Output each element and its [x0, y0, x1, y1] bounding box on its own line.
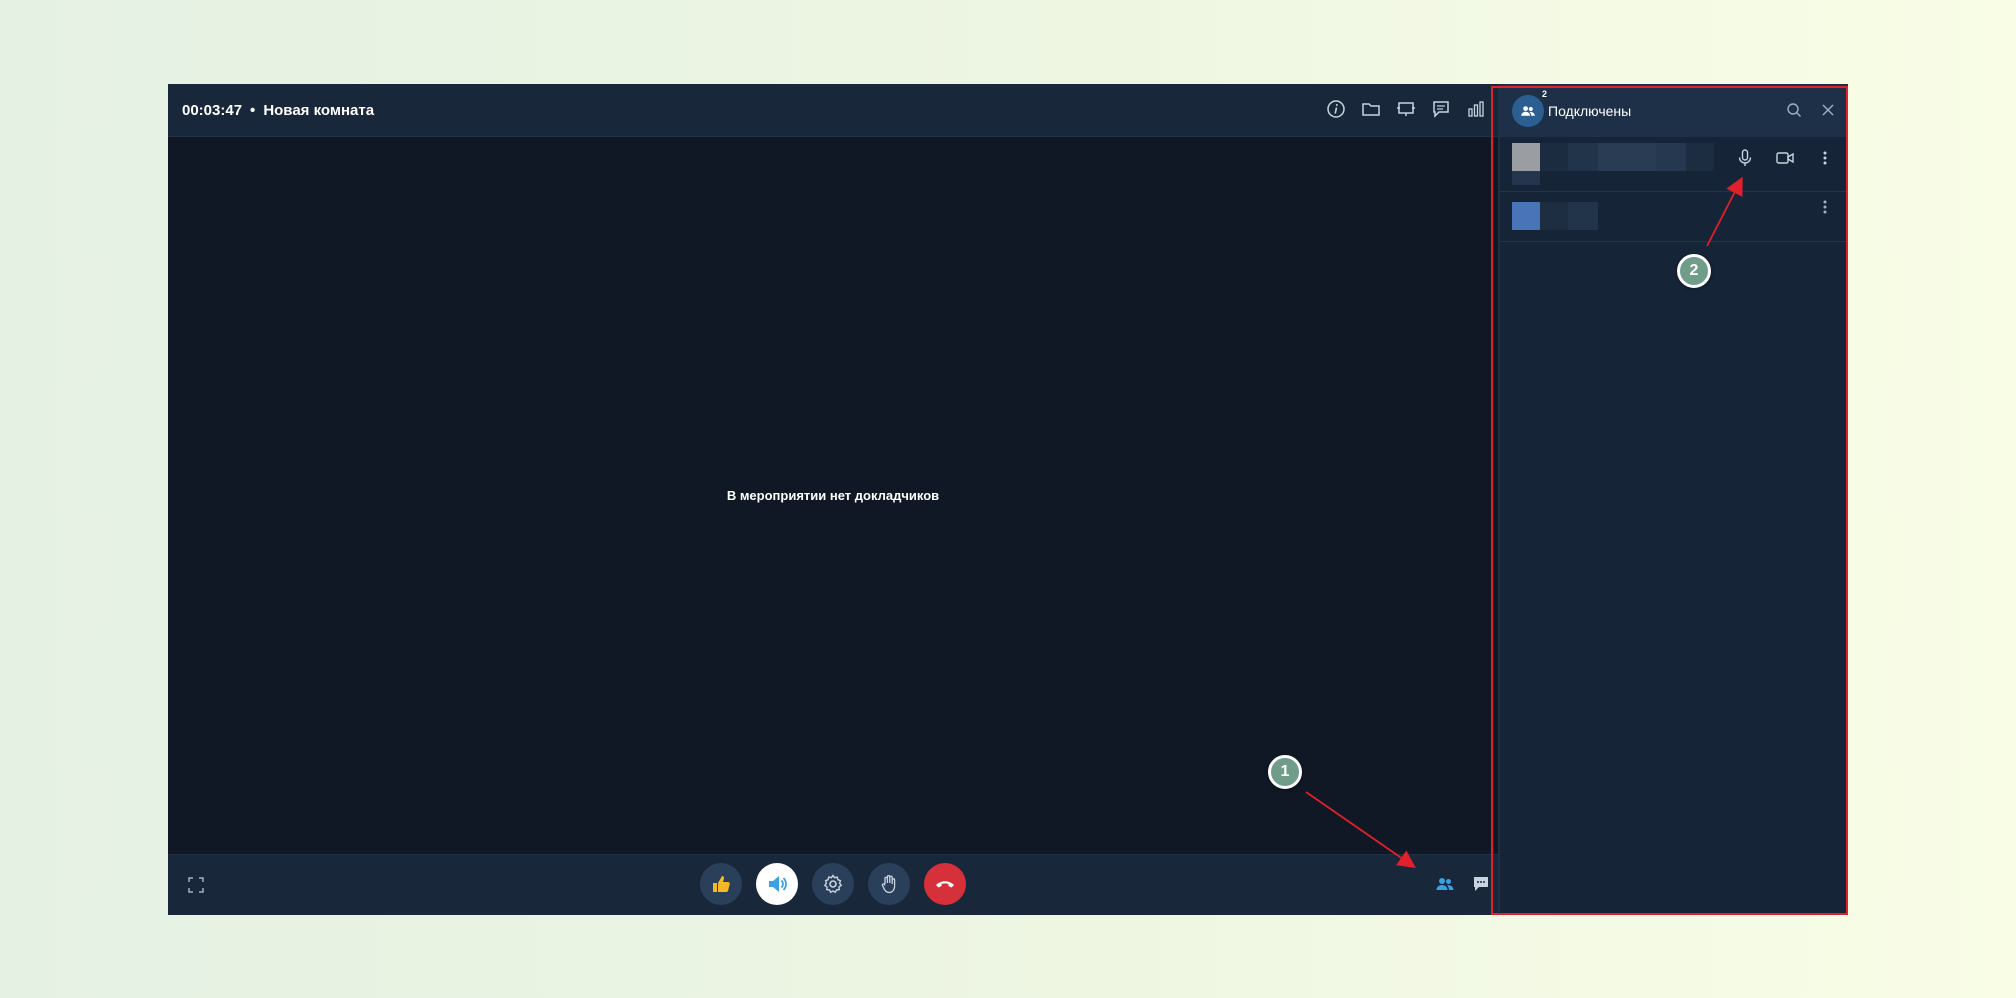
- participant-row[interactable]: [1500, 192, 1848, 242]
- folder-icon[interactable]: [1361, 99, 1381, 119]
- like-button[interactable]: [700, 863, 742, 905]
- participants-icon: [1521, 105, 1535, 116]
- more-icon[interactable]: [1814, 196, 1836, 218]
- close-icon[interactable]: [1818, 100, 1838, 120]
- participant-name-redacted: [1540, 202, 1568, 230]
- microphone-icon[interactable]: [1734, 147, 1756, 169]
- participants-icon: [1436, 878, 1454, 890]
- sound-button[interactable]: [756, 863, 798, 905]
- settings-icon: [823, 874, 843, 894]
- info-icon[interactable]: [1326, 99, 1346, 119]
- bottom-bar: [168, 854, 1498, 915]
- hangup-icon: [936, 881, 954, 888]
- annotation-marker-2: 2: [1677, 254, 1711, 288]
- raise-hand-icon: [881, 875, 896, 894]
- participant-name-redacted: [1686, 143, 1714, 171]
- stats-icon[interactable]: [1466, 99, 1486, 119]
- top-bar: 00:03:47 • Новая комната: [168, 84, 1498, 137]
- participant-name-redacted: [1656, 143, 1686, 171]
- participant-name-redacted: [1540, 143, 1568, 171]
- participants-count: 2: [1542, 88, 1548, 99]
- chat-icon[interactable]: [1431, 99, 1451, 119]
- participant-avatar-shade: [1512, 171, 1540, 185]
- panel-tools: [1784, 100, 1838, 120]
- room-name: Новая комната: [263, 101, 375, 119]
- no-speakers-message: В мероприятии нет докладчиков: [726, 488, 940, 503]
- participant-name-redacted: [1568, 143, 1598, 171]
- panel-toggles: [1434, 873, 1492, 895]
- participant-avatar: [1512, 202, 1540, 230]
- video-stage: В мероприятии нет докладчиков: [168, 137, 1498, 854]
- chat-icon: [1474, 877, 1488, 891]
- more-icon[interactable]: [1814, 147, 1836, 169]
- hangup-button[interactable]: [924, 863, 966, 905]
- participant-name-redacted: [1598, 143, 1656, 171]
- search-icon[interactable]: [1784, 100, 1804, 120]
- panel-header: 2 Подключены: [1500, 84, 1848, 137]
- participant-avatar: [1512, 143, 1540, 171]
- raise-hand-button[interactable]: [868, 863, 910, 905]
- participants-panel: 2 Подключены: [1498, 84, 1848, 915]
- like-icon: [713, 876, 730, 892]
- screen-share-icon[interactable]: [1396, 99, 1416, 119]
- call-controls: [700, 863, 966, 905]
- participants-toggle[interactable]: [1434, 873, 1456, 895]
- camera-icon[interactable]: [1774, 147, 1796, 169]
- title-separator: •: [250, 101, 256, 119]
- annotation-marker-1: 1: [1268, 755, 1302, 789]
- fullscreen-icon[interactable]: [186, 875, 206, 895]
- chat-toggle[interactable]: [1470, 873, 1492, 895]
- top-toolbar: [1326, 99, 1486, 119]
- call-timer: 00:03:47: [182, 101, 243, 119]
- sound-icon: [769, 876, 787, 892]
- panel-title: Подключены: [1548, 102, 1632, 119]
- participants-avatar: 2: [1512, 89, 1547, 127]
- settings-button[interactable]: [812, 863, 854, 905]
- conference-app: 00:03:47 • Новая комната В мероприятии н…: [168, 84, 1848, 915]
- participant-controls: [1814, 196, 1836, 218]
- participant-row[interactable]: [1500, 137, 1848, 192]
- participant-name-redacted: [1568, 202, 1598, 230]
- participant-controls: [1734, 147, 1836, 169]
